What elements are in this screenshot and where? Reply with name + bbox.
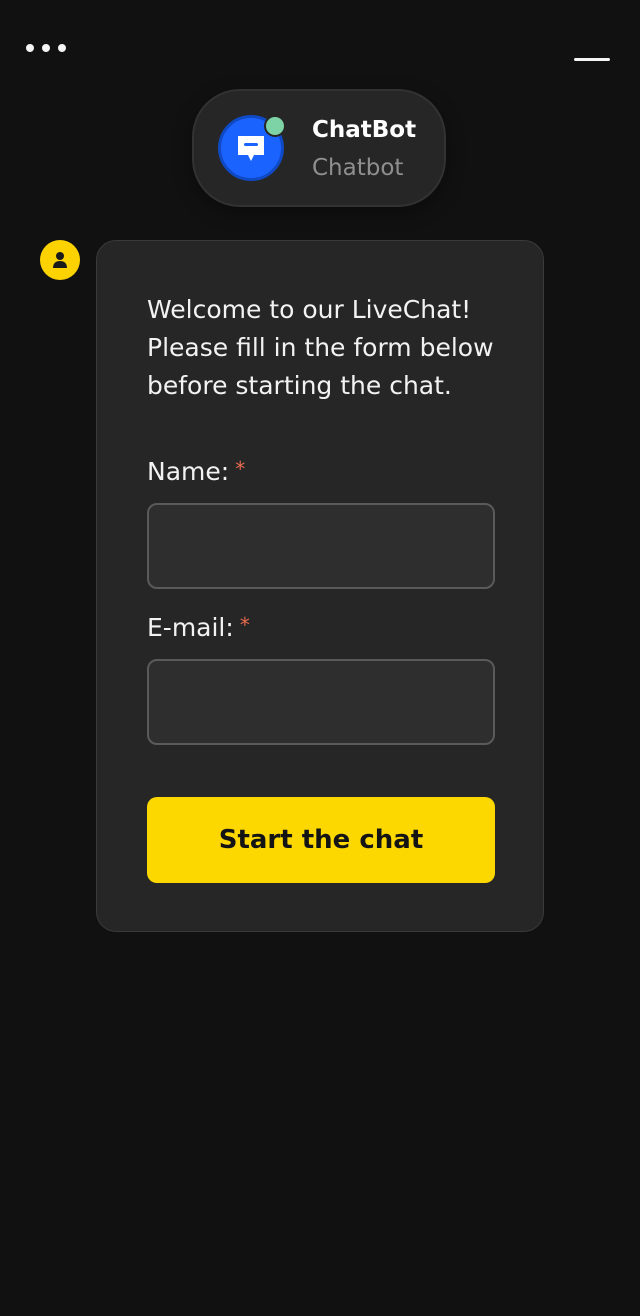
email-label-text: E-mail:	[147, 613, 234, 642]
more-dots-icon	[26, 44, 34, 52]
name-label: Name: *	[147, 457, 245, 486]
message-avatar	[40, 240, 80, 280]
start-chat-button[interactable]: Start the chat	[147, 797, 495, 883]
minimize-button[interactable]	[572, 50, 612, 70]
required-mark: *	[239, 613, 250, 637]
more-options-button[interactable]	[26, 40, 72, 56]
chat-bubble-icon	[238, 136, 264, 161]
email-input[interactable]	[147, 659, 495, 745]
required-mark: *	[235, 457, 246, 481]
welcome-message: Welcome to our LiveChat! Please fill in …	[147, 295, 494, 400]
prechat-form-card: Welcome to our LiveChat! Please fill in …	[96, 240, 544, 932]
email-label: E-mail: *	[147, 613, 250, 642]
name-label-text: Name:	[147, 457, 230, 486]
more-dots-icon	[42, 44, 50, 52]
name-input[interactable]	[147, 503, 495, 589]
agent-header: ChatBot Chatbot	[192, 89, 446, 207]
agent-role: Chatbot	[312, 155, 404, 181]
more-dots-icon	[58, 44, 66, 52]
online-status-dot	[264, 115, 286, 137]
agent-name: ChatBot	[312, 117, 417, 143]
user-icon	[53, 252, 67, 268]
minimize-icon	[574, 58, 610, 61]
